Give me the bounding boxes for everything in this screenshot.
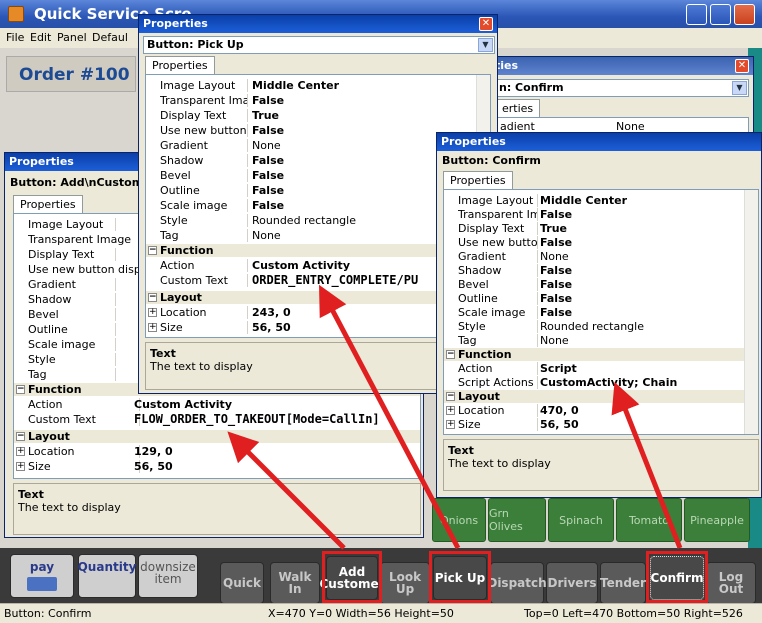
tab-properties[interactable]: Properties [443, 171, 513, 189]
prop-row[interactable]: Gradient None [444, 250, 758, 263]
status-right: Top=0 Left=470 Bottom=50 Right=526 [524, 607, 743, 620]
window-title[interactable]: Properties [139, 15, 497, 33]
prop-row-size[interactable]: + Size 56, 50 [444, 418, 758, 431]
card-icon [27, 577, 57, 591]
menu-file[interactable]: File [6, 31, 24, 44]
expand-icon: + [148, 322, 157, 332]
pay-button[interactable]: pay [10, 554, 74, 598]
prop-row-location[interactable]: + Location 129, 0 [14, 445, 420, 458]
prop-row[interactable]: Bevel False [444, 278, 758, 291]
collapse-icon: − [148, 245, 157, 255]
status-middle: X=470 Y=0 Width=56 Height=50 [268, 607, 454, 620]
collapse-icon: − [16, 384, 25, 394]
app-icon [8, 6, 24, 22]
prop-row-action[interactable]: Action Script [444, 362, 758, 375]
behind-tab[interactable]: erties [495, 99, 541, 117]
category-layout[interactable]: − Layout [444, 390, 758, 403]
prop-row[interactable]: Shadow False [444, 264, 758, 277]
tab-properties[interactable]: Properties [145, 56, 215, 74]
description-panel: Text The text to display [443, 439, 759, 491]
look-up-button[interactable]: Look Up [380, 562, 430, 604]
maximize-icon[interactable] [710, 4, 731, 25]
prop-row[interactable]: Outline False [444, 292, 758, 305]
desc-text: The text to display [448, 457, 551, 470]
highlight-pick-up [429, 551, 491, 603]
expand-icon: + [16, 461, 25, 471]
expand-icon: + [148, 307, 157, 317]
prop-row-location[interactable]: + Location 470, 0 [444, 404, 758, 417]
item-button-spinach[interactable]: Spinach [548, 498, 614, 542]
object-selector[interactable]: Button: Confirm [439, 153, 761, 171]
object-selector[interactable]: Button: Pick Up ▼ [143, 36, 495, 54]
chevron-down-icon: ▼ [478, 38, 493, 52]
expand-icon: + [446, 419, 455, 429]
scrollbar[interactable] [744, 190, 758, 434]
prop-row[interactable]: Display Text True [146, 109, 490, 122]
prop-row-size[interactable]: + Size 56, 50 [14, 460, 420, 473]
menu-edit[interactable]: Edit [30, 31, 51, 44]
property-grid: Image LayoutMiddle Center Transparent Im… [443, 189, 759, 435]
menu-panel[interactable]: Panel [57, 31, 87, 44]
behind-combo[interactable]: n: Confirm ▼ [495, 79, 749, 97]
prop-row-custom-text[interactable]: Custom Text FLOW_ORDER_TO_TAKEOUT[Mode=Ca… [14, 413, 420, 428]
quick-button[interactable]: Quick [220, 562, 264, 604]
prop-row[interactable]: Transparent ImagFalse [444, 208, 758, 221]
collapse-icon: − [446, 391, 455, 401]
expand-icon: + [446, 405, 455, 415]
drivers-button[interactable]: Drivers [546, 562, 598, 604]
prop-row-script-actions[interactable]: Script Actions CustomActivity; Chain [444, 376, 758, 389]
walk-in-button[interactable]: Walk In [270, 562, 320, 604]
prop-row[interactable]: Image Layout Middle Center [444, 194, 758, 207]
tender-button[interactable]: Tender [600, 562, 646, 604]
quantity-button[interactable]: Quantity [78, 554, 136, 598]
prop-row[interactable]: Display Text True [444, 222, 758, 235]
tab-properties[interactable]: Properties [13, 195, 83, 213]
prop-row[interactable]: Image Layout Middle Center [146, 79, 490, 92]
category-layout[interactable]: − Layout [14, 430, 420, 443]
item-button-onions[interactable]: Onions [432, 498, 486, 542]
description-panel: Text The text to display [13, 483, 421, 535]
desc-title: Text [448, 444, 474, 457]
behind-title: ties [489, 57, 753, 75]
item-button-pineapple[interactable]: Pineapple [684, 498, 750, 542]
collapse-icon: − [148, 292, 157, 302]
properties-confirm-window: Properties Button: Confirm Properties Im… [436, 132, 762, 498]
desc-title: Text [18, 488, 44, 501]
order-number: Order #100 [6, 56, 136, 92]
expand-icon: + [16, 446, 25, 456]
pay-label: pay [29, 560, 55, 574]
collapse-icon: − [16, 431, 25, 441]
prop-row[interactable]: Scale image False [444, 306, 758, 319]
menu-default[interactable]: Defaul [92, 31, 128, 44]
window-title[interactable]: Properties [437, 133, 761, 151]
category-function[interactable]: − Function [444, 348, 758, 361]
highlight-confirm [646, 551, 708, 603]
item-button-grn-olives[interactable]: Grn Olives [488, 498, 546, 542]
prop-row[interactable]: Tag None [444, 334, 758, 347]
prop-row[interactable]: Transparent ImagFalse [146, 94, 490, 107]
status-bar: Button: Confirm X=470 Y=0 Width=56 Heigh… [0, 603, 762, 623]
minimize-icon[interactable] [686, 4, 707, 25]
desc-text: The text to display [150, 360, 253, 373]
behind-properties-window: ties ✕ n: Confirm ▼ erties adient None [488, 56, 754, 136]
prop-row[interactable]: Style Rounded rectangle [444, 320, 758, 333]
item-button-tomato[interactable]: Tomato [616, 498, 682, 542]
collapse-icon: − [446, 349, 455, 359]
downsize-item-button[interactable]: downsize item [138, 554, 198, 598]
desc-text: The text to display [18, 501, 121, 514]
behind-close-icon[interactable]: ✕ [735, 59, 749, 73]
status-left: Button: Confirm [4, 607, 92, 620]
prop-row[interactable]: Use new button cFalse [444, 236, 758, 249]
highlight-add-customer [322, 551, 382, 603]
close-icon[interactable] [734, 4, 755, 25]
prop-row-action[interactable]: Action Custom Activity [14, 398, 420, 411]
close-icon[interactable]: ✕ [479, 17, 493, 31]
dispatch-button[interactable]: Dispatch [487, 562, 547, 604]
log-out-button[interactable]: Log Out [706, 562, 756, 604]
